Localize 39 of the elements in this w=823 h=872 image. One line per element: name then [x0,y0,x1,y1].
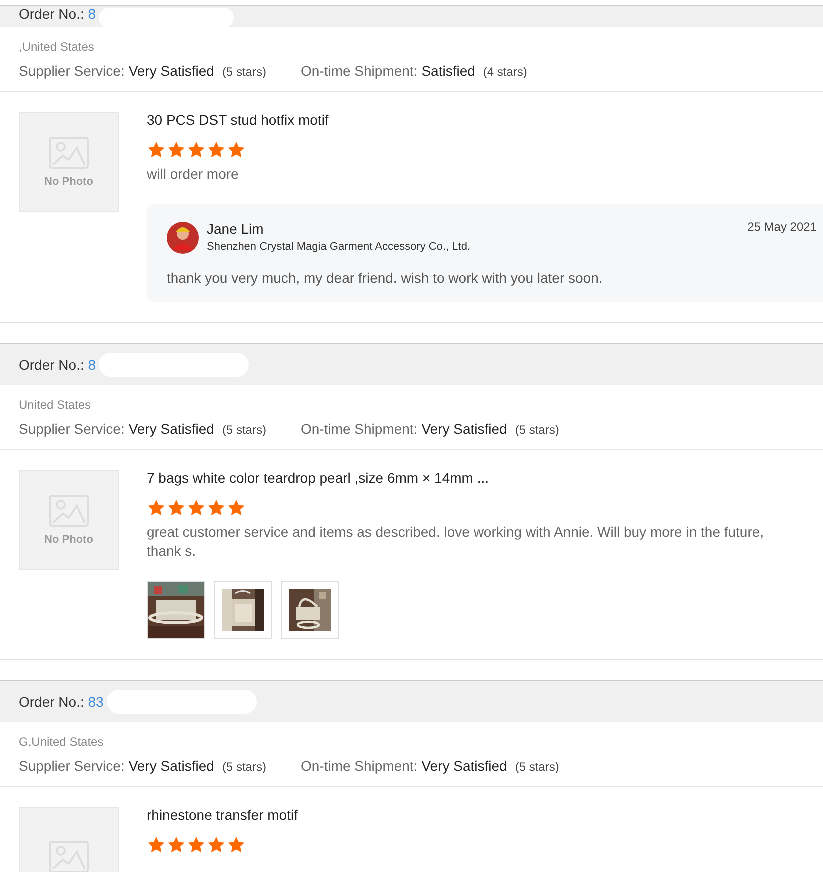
buyer-country: G,United States [19,734,105,750]
buyer-country: ,United States [19,39,96,55]
avatar [167,222,199,254]
order-label: Order No.: [19,356,86,372]
product-title[interactable]: rhinestone transfer motif [147,807,823,823]
thumbnail[interactable] [281,581,339,639]
company-name: Shenzhen Crystal Magia Garment Accessory Co., Ltd. [207,241,472,253]
photo-caption: No Photo [44,176,94,188]
reply-date: 25 May 2021 [748,220,817,234]
rating-label: On-time Shipment: [301,758,418,774]
rating-value: Satisfied [422,63,476,79]
buyer-country: United States [19,397,92,413]
rating-value: Very Satisfied [422,421,508,437]
rating-label: Supplier Service: [19,63,125,79]
reply-text: thank you very much, my dear friend. wish to work with you later soon. [167,270,604,286]
rating-label: Supplier Service: [19,758,125,774]
rating-count: (4 stars) [483,65,528,79]
review-text: will order more [147,165,240,184]
order-label: Order No.: [19,694,86,710]
thumbnail[interactable] [214,581,272,639]
product-title[interactable]: 7 bags white color teardrop pearl ,size 6mm × 14mm ... [147,470,823,486]
rating-count: (5 stars) [515,423,560,437]
rating-count: (5 stars) [222,760,266,774]
rating-value: Very Satisfied [422,758,508,774]
rating-label: On-time Shipment: [301,63,418,79]
product-title[interactable]: 30 PCS DST stud hotfix motif [147,112,823,128]
reply-author: Jane Lim [207,220,265,238]
rating-count: (5 stars) [222,65,266,79]
rating-label: Supplier Service: [19,421,125,437]
rating-value: Very Satisfied [128,758,214,774]
rating-value: Very Satisfied [128,63,214,79]
photo-caption: No Photo [44,534,94,546]
rating-label: On-time Shipment: [301,421,418,437]
rating-value: Very Satisfied [128,421,214,437]
rating-count: (5 stars) [222,423,266,437]
thumbnail[interactable] [147,581,205,639]
rating-count: (5 stars) [515,760,560,774]
order-label: Order No.: [19,7,86,21]
review-text: great customer service and items as described. love working with Annie. Will buy more in the future, thank s. [147,523,766,561]
